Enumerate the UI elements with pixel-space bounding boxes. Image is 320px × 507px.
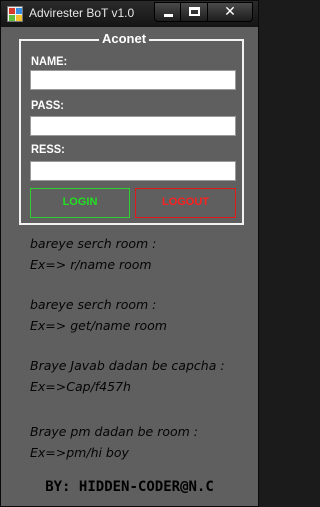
app-window: Advirester BoT v1.0 ✕ Aconet NAME: PASS:… (0, 0, 259, 507)
help-line: Ex=>Cap/f457h (30, 379, 131, 394)
ress-input[interactable] (30, 161, 236, 181)
pass-label: PASS: (31, 98, 64, 112)
minimize-icon (164, 14, 173, 17)
minimize-button[interactable] (154, 2, 181, 22)
maximize-icon (189, 7, 200, 16)
logout-button[interactable]: LOGOUT (135, 188, 236, 218)
window-title: Advirester BoT v1.0 (29, 6, 135, 20)
close-button[interactable]: ✕ (207, 2, 253, 22)
login-button[interactable]: LOGIN (30, 188, 130, 218)
app-icon[interactable] (7, 6, 23, 22)
account-group: Aconet NAME: PASS: RESS: LOGIN LOGOUT (19, 32, 244, 225)
ress-label: RESS: (31, 142, 65, 156)
help-line: Braye pm dadan be room : (30, 424, 198, 439)
name-label: NAME: (31, 54, 68, 68)
help-line: bareye serch room : (30, 236, 157, 251)
close-icon: ✕ (224, 4, 236, 20)
group-title: Aconet (99, 32, 150, 46)
help-line: Braye Javab dadan be capcha : (30, 358, 225, 373)
title-bar[interactable]: Advirester BoT v1.0 ✕ (1, 1, 258, 27)
name-input[interactable] (30, 70, 236, 90)
help-line: Ex=>pm/hi boy (30, 445, 129, 460)
help-line: Ex=> get/name room (30, 318, 167, 333)
credit-footer: BY: HIDDEN-CODER@N.C (45, 479, 214, 495)
help-line: Ex=> r/name room (30, 257, 152, 272)
help-line: bareye serch room : (30, 297, 157, 312)
pass-input[interactable] (30, 116, 236, 136)
maximize-button[interactable] (180, 2, 208, 22)
